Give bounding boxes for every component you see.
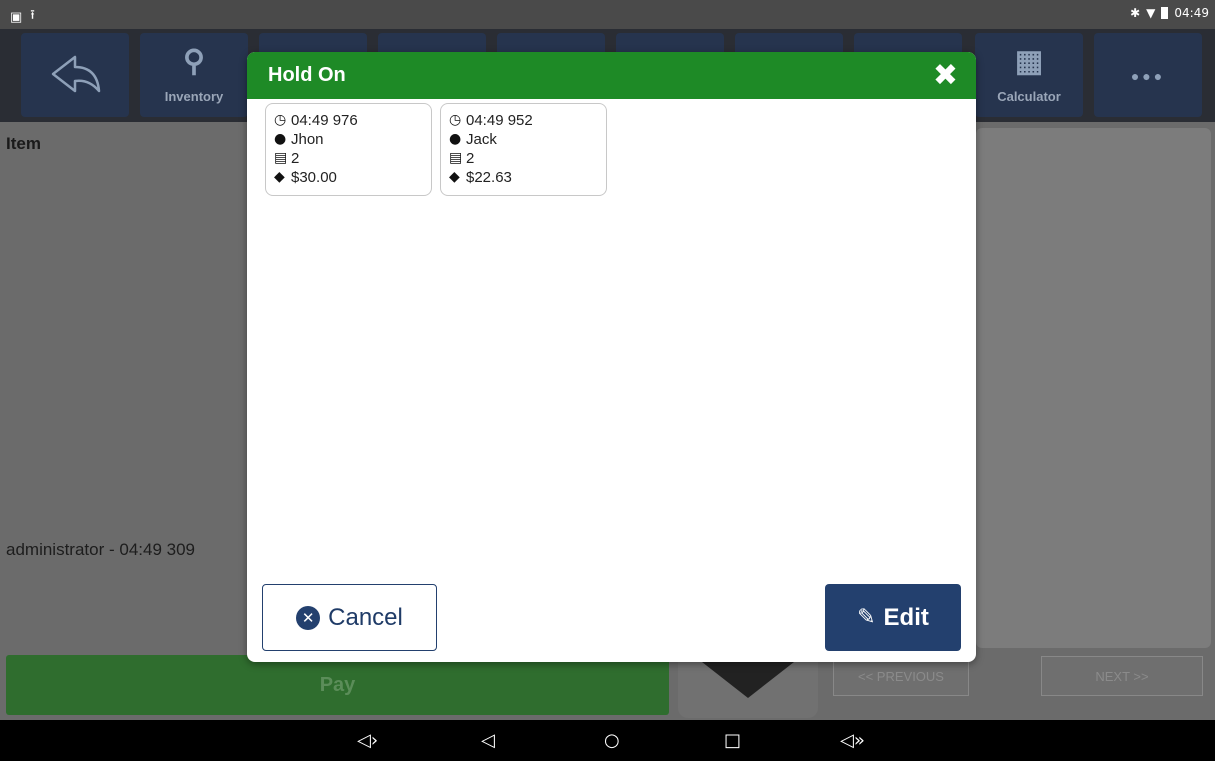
- home-nav-icon[interactable]: ○: [604, 730, 620, 751]
- next-button[interactable]: NEXT >>: [1041, 656, 1203, 696]
- back-nav-icon[interactable]: ◁: [481, 730, 495, 751]
- clock-icon: ◷: [449, 112, 462, 128]
- status-bar: ▣ ⭱ ✱ ▼ 04:49: [0, 0, 1215, 29]
- held-order-card[interactable]: ◷ 04:49 976 ● Jhon ▤ 2 ◆ $30.00: [265, 103, 432, 196]
- calculator-icon: ▦: [1014, 45, 1044, 78]
- pencil-icon: ✎: [857, 605, 876, 630]
- order-time: 04:49 976: [291, 112, 358, 129]
- wifi-icon: ▼: [1146, 6, 1156, 20]
- previous-button[interactable]: << PREVIOUS: [833, 656, 969, 696]
- hold-on-dialog: Hold On ✖ ◷ 04:49 976 ● Jhon ▤ 2 ◆ $30.00 ◷ 0…: [247, 52, 976, 662]
- dialog-title: Hold On: [268, 64, 346, 86]
- clock-icon: ◷: [274, 112, 287, 128]
- inventory-label: Inventory: [164, 89, 224, 104]
- calculator-button[interactable]: ▦ Calculator: [975, 33, 1083, 117]
- tag-icon: ◆: [449, 169, 460, 185]
- dialog-header: Hold On ✖: [247, 52, 976, 99]
- item-column-header: Item: [6, 134, 41, 153]
- order-total: $22.63: [466, 169, 512, 186]
- right-panel: [976, 128, 1211, 648]
- item-count: 2: [466, 150, 475, 167]
- clock: 04:49: [1174, 6, 1209, 20]
- list-icon: ▤: [449, 150, 463, 166]
- android-nav-bar: ◁› ◁ ○ □ ◁»: [0, 720, 1215, 761]
- notification-icons: ▣ ⭱: [10, 6, 35, 28]
- cancel-circle-icon: ✕: [296, 605, 321, 630]
- upload-notification-icon: ⭱: [30, 7, 35, 22]
- pay-button[interactable]: Pay: [6, 655, 669, 715]
- screen: ▣ ⭱ ✱ ▼ 04:49 ⚲ Inventory ▦ Calculator ●…: [0, 0, 1215, 761]
- system-icons: ✱ ▼ 04:49: [1130, 6, 1209, 20]
- cancel-button[interactable]: ✕ Cancel: [262, 584, 437, 651]
- order-time: 04:49 952: [466, 112, 533, 129]
- back-arrow-icon: [51, 55, 101, 93]
- calculator-label: Calculator: [997, 89, 1061, 104]
- volume-up-icon[interactable]: ◁»: [840, 730, 865, 751]
- inventory-button[interactable]: ⚲ Inventory: [140, 33, 248, 117]
- more-dots-icon: ●●●: [1130, 68, 1166, 84]
- close-icon[interactable]: ✖: [933, 58, 958, 94]
- order-total: $30.00: [291, 169, 337, 186]
- edit-label: Edit: [883, 603, 929, 631]
- battery-icon: [1161, 7, 1169, 19]
- customer-name: Jhon: [291, 131, 324, 148]
- triangle-down-icon: [702, 662, 794, 698]
- volume-down-icon[interactable]: ◁›: [357, 730, 378, 751]
- tag-icon: ◆: [274, 169, 285, 185]
- more-button[interactable]: ●●●: [1094, 33, 1202, 117]
- image-notification-icon: ▣: [10, 9, 23, 24]
- held-order-card[interactable]: ◷ 04:49 952 ● Jack ▤ 2 ◆ $22.63: [440, 103, 607, 196]
- item-count: 2: [291, 150, 300, 167]
- back-button[interactable]: [21, 33, 129, 117]
- search-icon: ⚲: [183, 45, 205, 78]
- admin-info: administrator - 04:49 309: [6, 540, 195, 559]
- cancel-label: Cancel: [328, 603, 403, 631]
- recents-nav-icon[interactable]: □: [724, 730, 741, 751]
- user-icon: ●: [449, 131, 462, 147]
- bluetooth-icon: ✱: [1130, 6, 1141, 20]
- edit-button[interactable]: ✎ Edit: [825, 584, 961, 651]
- list-icon: ▤: [274, 150, 288, 166]
- user-icon: ●: [274, 131, 287, 147]
- customer-name: Jack: [466, 131, 497, 148]
